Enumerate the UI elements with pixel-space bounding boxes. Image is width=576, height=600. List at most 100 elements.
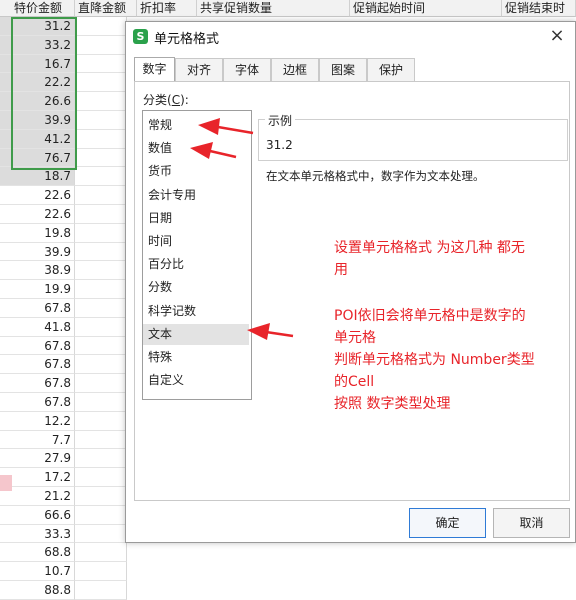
column-header-shared-quantity[interactable]: 共享促销数量 xyxy=(197,0,350,17)
category-item[interactable]: 常规 xyxy=(143,115,249,136)
app-logo-icon: S xyxy=(133,29,148,44)
table-cell-empty[interactable] xyxy=(75,186,127,205)
table-cell[interactable]: 66.6 xyxy=(0,505,75,525)
table-cell[interactable]: 68.8 xyxy=(0,543,75,563)
tab-number[interactable]: 数字 xyxy=(134,57,175,82)
table-cell[interactable]: 27.9 xyxy=(0,449,75,469)
table-cell-empty[interactable] xyxy=(75,261,127,281)
table-cell[interactable]: 38.9 xyxy=(0,261,75,281)
category-item[interactable]: 百分比 xyxy=(143,254,249,275)
dialog-title: 单元格格式 xyxy=(154,32,220,47)
cancel-button[interactable]: 取消 xyxy=(493,508,570,538)
tab-font[interactable]: 字体 xyxy=(223,58,271,81)
table-cell-empty[interactable] xyxy=(75,411,127,431)
sample-groupbox xyxy=(258,119,568,161)
category-label: 分类(C): xyxy=(143,93,189,107)
table-cell[interactable]: 10.7 xyxy=(0,562,75,581)
table-cell-empty[interactable] xyxy=(75,449,127,469)
table-cell-empty[interactable] xyxy=(75,355,127,375)
table-cell-empty[interactable] xyxy=(75,562,127,581)
column-header-promo-end[interactable]: 促销结束时 xyxy=(502,0,576,17)
table-cell-empty[interactable] xyxy=(75,148,127,168)
table-cell[interactable]: 67.8 xyxy=(0,336,75,356)
table-cell[interactable]: 39.9 xyxy=(0,110,75,130)
table-cell-empty[interactable] xyxy=(75,486,127,506)
table-cell-empty[interactable] xyxy=(75,580,127,600)
table-cell[interactable]: 88.8 xyxy=(0,580,75,600)
table-cell[interactable]: 67.8 xyxy=(0,298,75,318)
table-cell-empty[interactable] xyxy=(75,317,127,337)
table-cell-empty[interactable] xyxy=(75,524,127,544)
table-cell[interactable]: 41.8 xyxy=(0,317,75,337)
category-item[interactable]: 时间 xyxy=(143,231,249,252)
tab-alignment[interactable]: 对齐 xyxy=(175,58,223,81)
table-cell[interactable]: 33.3 xyxy=(0,524,75,544)
category-item[interactable]: 科学记数 xyxy=(143,301,249,322)
table-cell-empty[interactable] xyxy=(75,468,127,487)
table-cell[interactable]: 19.8 xyxy=(0,223,75,243)
category-item[interactable]: 文本 xyxy=(143,323,249,345)
table-cell-empty[interactable] xyxy=(75,505,127,525)
table-cell-empty[interactable] xyxy=(75,223,127,243)
tab-protection[interactable]: 保护 xyxy=(367,58,415,81)
table-cell-empty[interactable] xyxy=(75,280,127,299)
table-cell[interactable]: 22.6 xyxy=(0,204,75,224)
table-cell[interactable]: 22.2 xyxy=(0,73,75,93)
table-cell[interactable]: 39.9 xyxy=(0,242,75,262)
ok-button[interactable]: 确定 xyxy=(409,508,486,538)
table-cell[interactable]: 7.7 xyxy=(0,430,75,450)
close-icon[interactable]: × xyxy=(547,25,567,47)
category-item[interactable]: 货币 xyxy=(143,161,249,182)
tab-border[interactable]: 边框 xyxy=(271,58,319,81)
table-cell-empty[interactable] xyxy=(75,110,127,130)
category-item[interactable]: 特殊 xyxy=(143,347,249,368)
table-cell[interactable]: 31.2 xyxy=(0,17,75,36)
table-cell[interactable]: 33.2 xyxy=(0,35,75,55)
sample-legend: 示例 xyxy=(265,112,296,129)
table-cell[interactable]: 12.2 xyxy=(0,411,75,431)
table-cell-empty[interactable] xyxy=(75,167,127,187)
table-cell-empty[interactable] xyxy=(75,73,127,93)
tab-pattern[interactable]: 图案 xyxy=(319,58,367,81)
table-cell-empty[interactable] xyxy=(75,543,127,563)
sample-value: 31.2 xyxy=(266,138,293,152)
format-description: 在文本单元格格式中，数字作为文本处理。 xyxy=(266,169,485,183)
column-header-direct-discount[interactable]: 直降金额 xyxy=(75,0,137,17)
format-cells-dialog: S 单元格格式 × 数字 对齐 字体 边框 图案 保护 分类(C): 常规 数值货… xyxy=(125,21,576,543)
table-cell-empty[interactable] xyxy=(75,54,127,74)
column-b-cells[interactable] xyxy=(75,17,127,600)
table-cell[interactable]: 67.8 xyxy=(0,374,75,393)
category-item[interactable]: 自定义 xyxy=(143,370,249,391)
table-cell[interactable]: 76.7 xyxy=(0,148,75,168)
table-cell-empty[interactable] xyxy=(75,204,127,224)
table-cell-empty[interactable] xyxy=(75,298,127,318)
column-a-cells[interactable]: 31.2 33.2 16.7 22.2 26.6 39.9 41.2 76.7 18.7 22.6… xyxy=(0,17,75,600)
table-cell-empty[interactable] xyxy=(75,336,127,356)
category-item[interactable]: 分数 xyxy=(143,277,249,298)
table-cell[interactable]: 67.8 xyxy=(0,355,75,375)
category-listbox[interactable]: 常规 数值 货币会计专用 日期 时间 百分比 分数科学记数 文本 特殊 自定义 xyxy=(142,110,252,400)
category-item[interactable]: 数值 xyxy=(143,138,249,159)
column-header-special-price[interactable]: 特价金额 xyxy=(0,0,75,17)
column-header-discount-rate[interactable]: 折扣率 xyxy=(137,0,197,17)
table-cell[interactable]: 18.7 xyxy=(0,167,75,187)
table-cell-empty[interactable] xyxy=(75,17,127,36)
category-item[interactable]: 会计专用 xyxy=(143,185,249,206)
category-item[interactable]: 日期 xyxy=(143,208,249,229)
table-cell-empty[interactable] xyxy=(75,92,127,111)
table-cell-empty[interactable] xyxy=(75,129,127,149)
table-cell[interactable]: 67.8 xyxy=(0,392,75,412)
table-cell[interactable]: 26.6 xyxy=(0,92,75,111)
column-header-promo-start[interactable]: 促销起始时间 xyxy=(350,0,502,17)
table-cell[interactable]: 19.9 xyxy=(0,280,75,299)
table-cell[interactable]: 16.7 xyxy=(0,54,75,74)
table-cell[interactable]: 41.2 xyxy=(0,129,75,149)
table-cell[interactable]: 22.6 xyxy=(0,186,75,205)
table-cell-empty[interactable] xyxy=(75,242,127,262)
table-cell-empty[interactable] xyxy=(75,392,127,412)
table-cell-empty[interactable] xyxy=(75,430,127,450)
dialog-titlebar[interactable]: S 单元格格式 × xyxy=(126,22,575,51)
annotation-note-1: 设置单元格格式 为这几种 都无 用 xyxy=(334,240,525,278)
table-cell-empty[interactable] xyxy=(75,374,127,393)
table-cell-empty[interactable] xyxy=(75,35,127,55)
